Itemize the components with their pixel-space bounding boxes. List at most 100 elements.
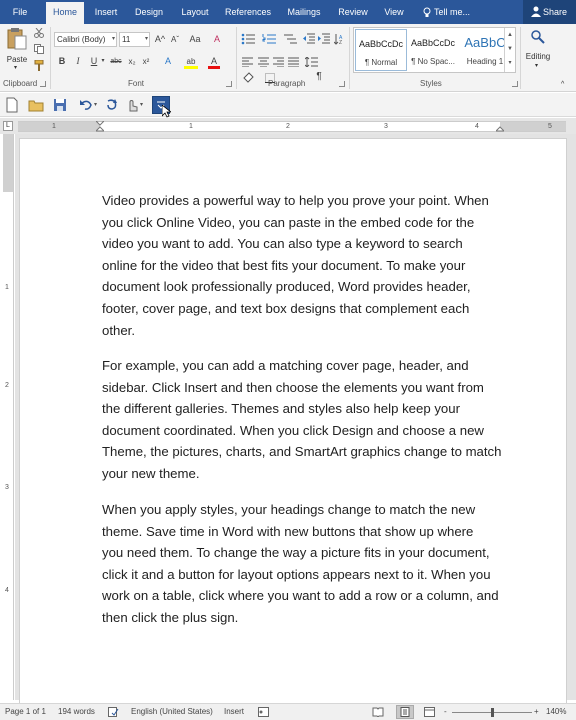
tab-design[interactable]: Design [130, 0, 168, 24]
font-name-select[interactable]: Calibri (Body) ▾ [54, 32, 117, 47]
text-line: footer, cover page, and text box designs… [102, 300, 470, 316]
zoom-in-button[interactable]: + [534, 707, 539, 716]
chevron-down-icon[interactable]: ▾ [94, 101, 97, 108]
shading-icon[interactable] [243, 72, 254, 83]
italic-button[interactable]: I [72, 55, 84, 69]
zoom-level[interactable]: 140% [546, 707, 566, 716]
format-painter-icon[interactable] [34, 60, 44, 71]
multilevel-list-icon[interactable] [283, 33, 297, 45]
underline-button[interactable]: U [88, 55, 100, 69]
collapse-ribbon-icon[interactable]: ^ [561, 81, 564, 88]
style-normal[interactable]: AaBbCcDc ¶ Normal [355, 29, 407, 71]
right-indent-icon[interactable] [496, 126, 504, 132]
text-effects-button[interactable]: A [162, 55, 174, 69]
mouse-pointer-icon [162, 105, 171, 118]
strikethrough-button[interactable]: abc [108, 55, 124, 69]
justify-icon[interactable] [288, 57, 299, 67]
paragraph-launcher-icon[interactable] [339, 81, 345, 87]
tab-file[interactable]: File [4, 0, 36, 24]
web-layout-icon[interactable] [424, 707, 435, 717]
touch-mode-icon[interactable] [124, 97, 140, 113]
tab-references[interactable]: References [222, 0, 274, 24]
tab-mailings[interactable]: Mailings [281, 0, 327, 24]
align-left-icon[interactable] [242, 57, 253, 67]
save-icon[interactable] [52, 97, 68, 113]
align-center-icon[interactable] [258, 57, 269, 67]
insert-mode[interactable]: Insert [224, 707, 244, 716]
language[interactable]: English (United States) [131, 707, 213, 716]
divider [50, 27, 51, 89]
zoom-slider-thumb[interactable] [491, 708, 494, 717]
paragraph[interactable]: For example, you can add a matching cove… [102, 355, 522, 485]
redo-icon[interactable] [104, 97, 120, 113]
clipboard-group-label: Clipboard [3, 79, 38, 88]
vertical-ruler[interactable]: 1 2 3 4 [3, 134, 14, 700]
style-no-spacing[interactable]: AaBbCcDc ¶ No Spac... [407, 29, 459, 71]
editing-button[interactable]: Editing ▾ [522, 27, 554, 75]
tab-layout[interactable]: Layout [176, 0, 214, 24]
tab-review[interactable]: Review [334, 0, 372, 24]
copy-icon[interactable] [34, 44, 44, 54]
font-color-button[interactable]: A [208, 55, 220, 69]
style-sample: AaBbCcDc [410, 38, 455, 48]
line-spacing-icon[interactable] [305, 57, 318, 67]
clear-formatting-button[interactable]: A [210, 33, 224, 47]
show-formatting-marks-button[interactable]: ¶ [314, 70, 324, 84]
decrease-indent-icon[interactable] [303, 33, 315, 45]
superscript-button[interactable]: x² [140, 55, 152, 69]
text-line: your new theme. [102, 465, 200, 481]
proofing-icon[interactable] [108, 707, 119, 717]
paragraph[interactable]: Video provides a powerful way to help yo… [102, 190, 522, 341]
text-line: work on a table, click where you want to… [102, 588, 499, 604]
read-mode-icon[interactable] [372, 707, 384, 717]
increase-indent-icon[interactable] [318, 33, 330, 45]
print-layout-icon [400, 707, 410, 717]
sort-icon[interactable]: AZ [334, 33, 344, 45]
font-size-select[interactable]: 11 ▾ [119, 32, 150, 47]
chevron-up-icon[interactable]: ▲ [505, 28, 515, 42]
styles-launcher-icon[interactable] [512, 81, 518, 87]
page-count[interactable]: Page 1 of 1 [5, 707, 46, 716]
new-document-icon[interactable] [4, 97, 20, 113]
document-page[interactable]: Video provides a powerful way to help yo… [19, 138, 567, 718]
tab-selector[interactable]: L [3, 121, 13, 131]
tab-home[interactable]: Home [46, 2, 84, 24]
print-layout-button[interactable] [396, 705, 414, 719]
chevron-down-icon[interactable]: ▾ [140, 101, 143, 108]
shrink-font-button[interactable]: Aˇ [168, 33, 182, 47]
tell-me-box[interactable]: Tell me... [423, 0, 470, 24]
tab-insert[interactable]: Insert [88, 0, 124, 24]
style-name: ¶ No Spac... [411, 57, 455, 66]
share-button[interactable]: Share [523, 0, 576, 24]
text-line: other. [102, 322, 135, 338]
numbering-icon[interactable] [262, 33, 276, 45]
align-right-icon[interactable] [273, 57, 284, 67]
indent-markers-icon[interactable] [96, 121, 104, 132]
horizontal-ruler[interactable]: 1 1 2 3 4 5 [18, 121, 566, 132]
word-count[interactable]: 194 words [58, 707, 95, 716]
open-folder-icon[interactable] [28, 97, 44, 113]
grow-font-button[interactable]: A^ [153, 33, 167, 47]
undo-icon[interactable] [78, 97, 94, 113]
ribbon-home: Paste ▾ Clipboard Calibri (Body) ▾ 11 ▾ A^… [0, 24, 576, 92]
highlight-button[interactable]: ab [184, 55, 198, 69]
styles-gallery: AaBbCcDc ¶ Normal AaBbCcDc ¶ No Spac... … [353, 27, 516, 73]
cut-icon[interactable] [34, 28, 44, 38]
paste-button[interactable]: Paste ▾ [4, 27, 30, 71]
change-case-button[interactable]: Aa [186, 33, 204, 47]
clipboard-launcher-icon[interactable] [40, 81, 46, 87]
divider [236, 27, 237, 89]
zoom-out-button[interactable]: - [444, 707, 447, 716]
subscript-button[interactable]: x₂ [126, 55, 138, 69]
font-name-value: Calibri (Body) [57, 35, 106, 44]
paragraph[interactable]: When you apply styles, your headings cha… [102, 499, 522, 629]
bullets-icon[interactable] [241, 33, 255, 45]
chevron-down-icon[interactable]: ▼ [505, 42, 515, 56]
gallery-scroll[interactable]: ▲ ▼ ▾ [504, 28, 515, 72]
bold-button[interactable]: B [56, 55, 68, 69]
tab-view[interactable]: View [378, 0, 410, 24]
more-icon[interactable]: ▾ [505, 56, 515, 70]
chevron-down-icon[interactable]: ▾ [100, 55, 106, 69]
font-launcher-icon[interactable] [226, 81, 232, 87]
macro-record-icon[interactable] [258, 707, 269, 717]
